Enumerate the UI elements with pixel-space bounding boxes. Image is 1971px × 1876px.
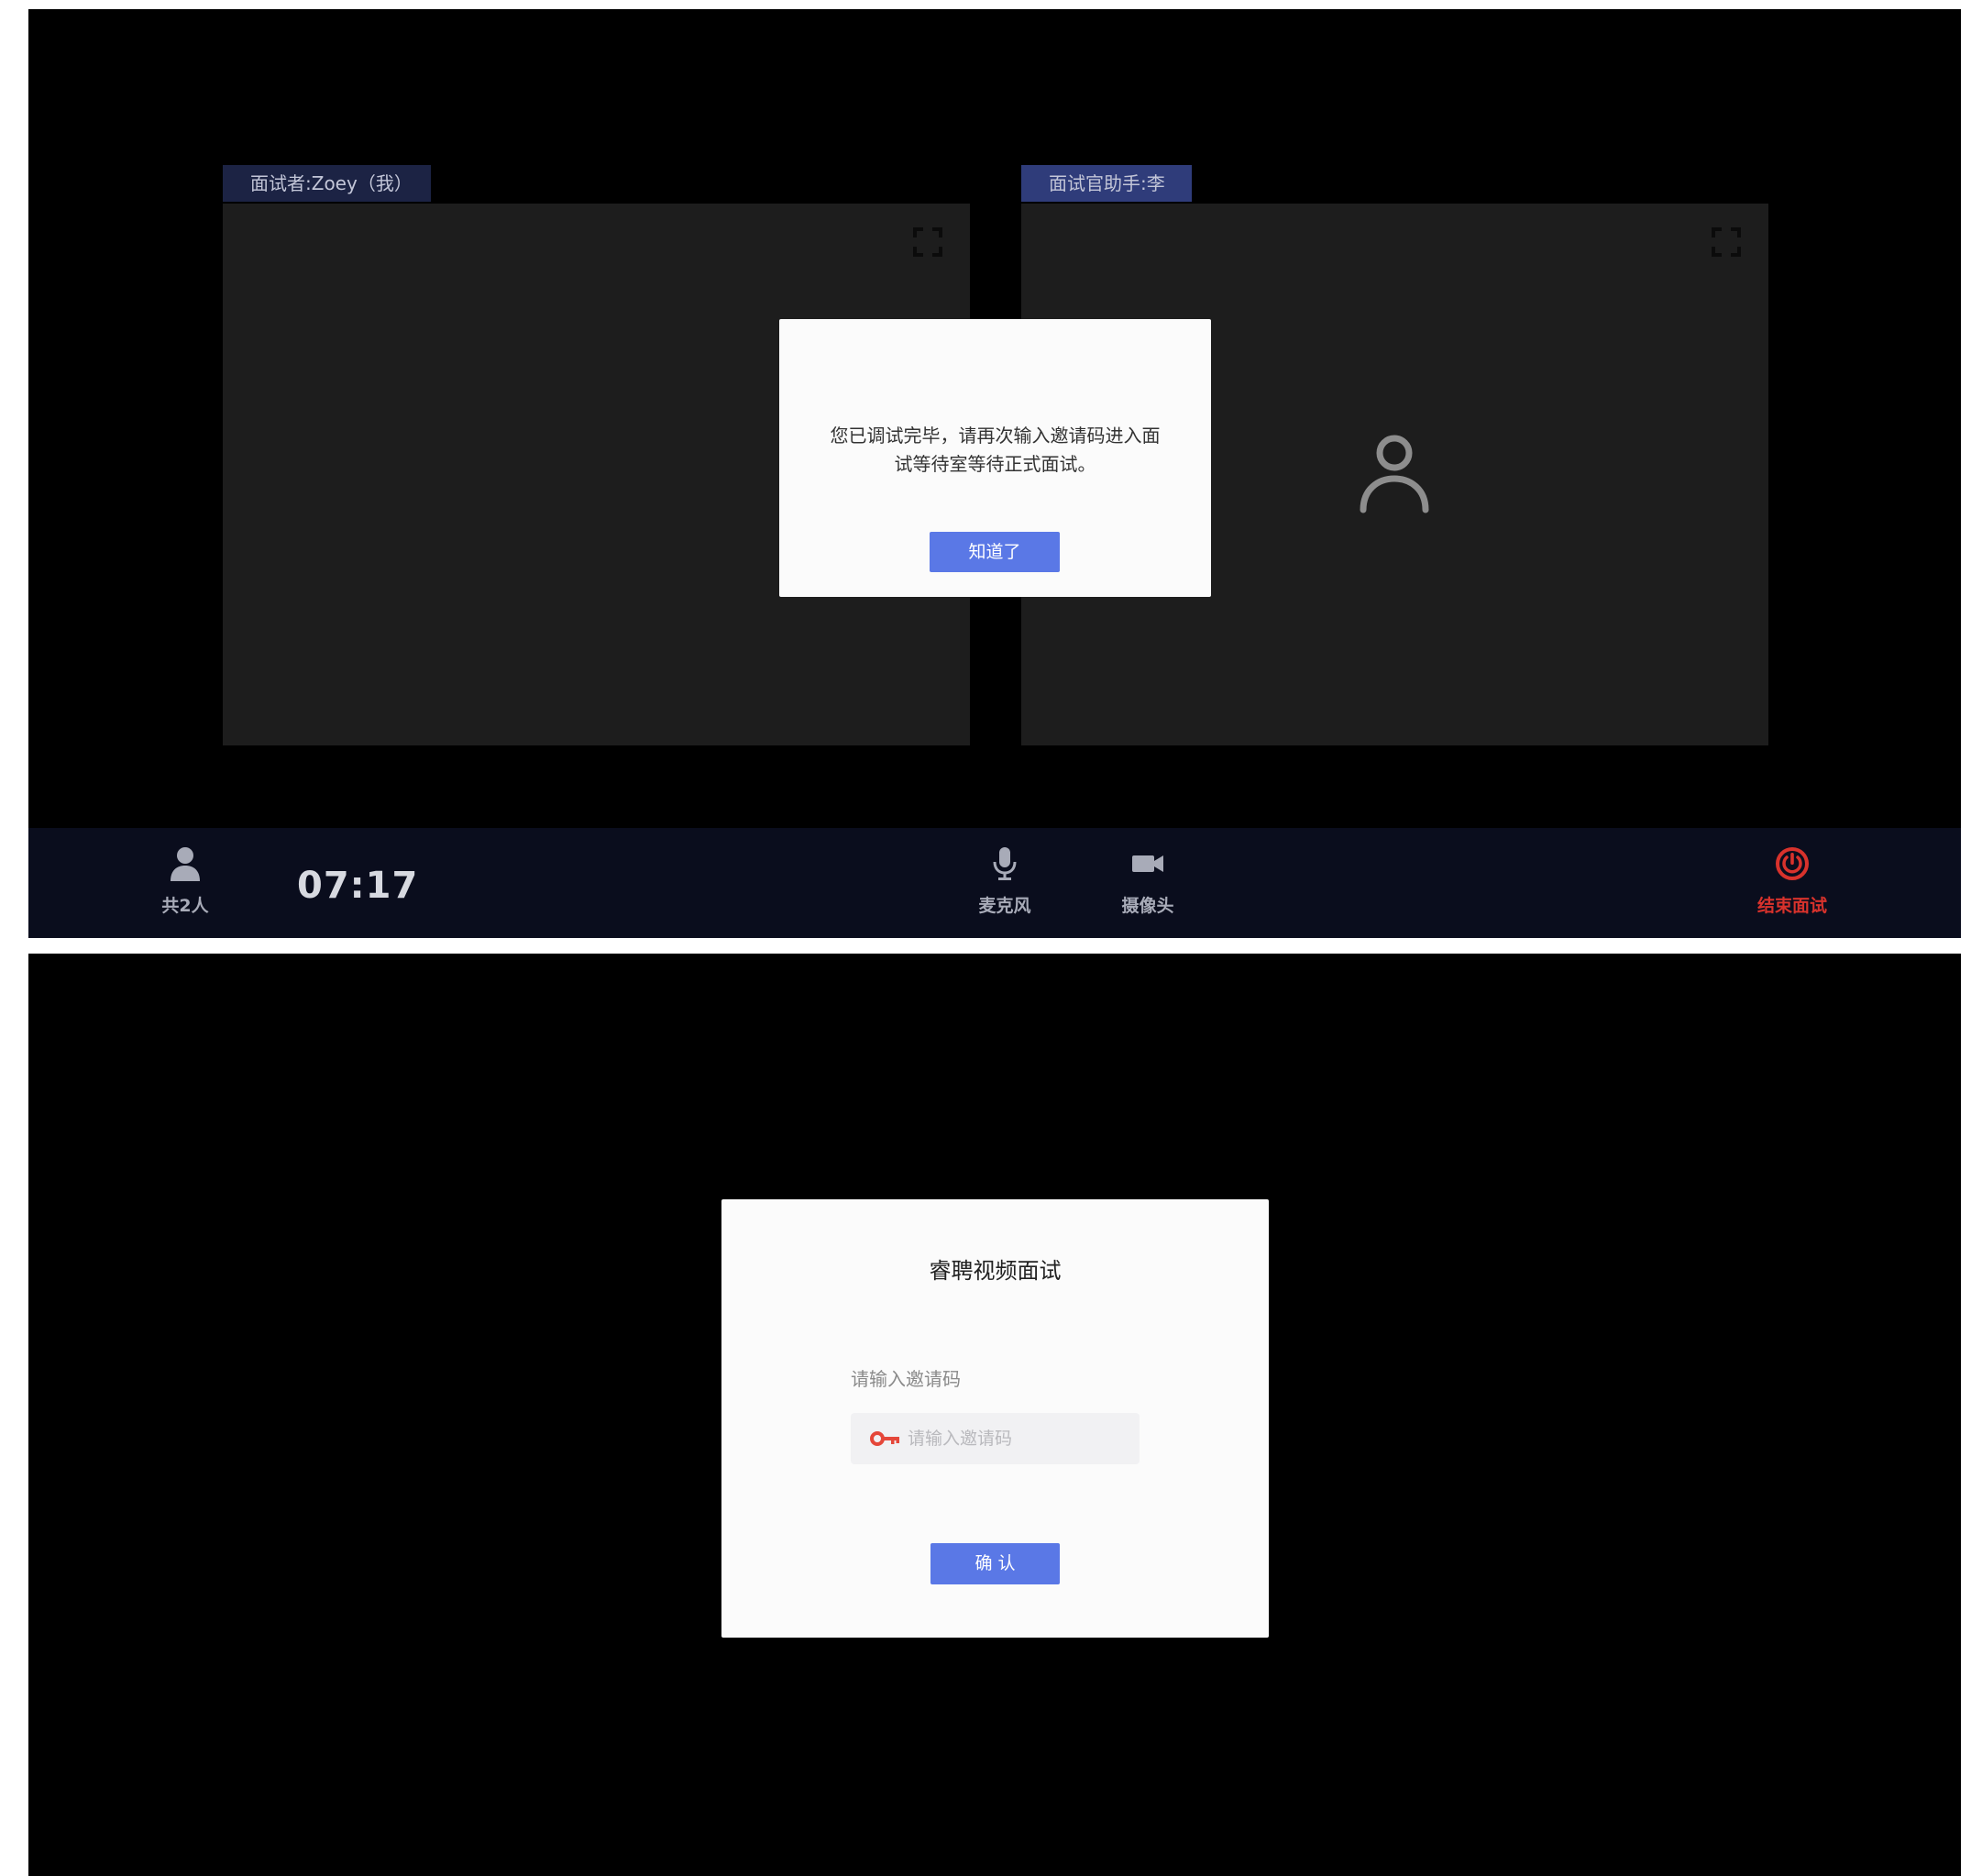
avatar-placeholder-icon (1360, 435, 1429, 513)
debug-complete-dialog: 您已调试完毕，请再次输入邀请码进入面 试等待室等待正式面试。 知道了 (779, 319, 1211, 597)
invite-code-dialog: 睿聘视频面试 请输入邀请码 确 认 (721, 1199, 1269, 1638)
dialog-message-line: 您已调试完毕，请再次输入邀请码进入面 (830, 425, 1161, 447)
microphone-label: 麦克风 (978, 896, 1031, 916)
fullscreen-icon[interactable] (1712, 227, 1741, 257)
end-interview-label: 结束面试 (1756, 896, 1827, 916)
self-video-label: 面试者:Zoey（我） (223, 165, 431, 202)
end-interview-button[interactable]: 结束面试 (1746, 828, 1838, 938)
video-call-screen: 面试者:Zoey（我） 面试官助手:李 您已调试完毕，请再次输入邀请码进入面 试… (28, 9, 1961, 938)
microphone-button[interactable]: 麦克风 (959, 828, 1051, 938)
participants-count: 共2人 (161, 896, 209, 916)
dialog-message-line: 试等待室等待正式面试。 (894, 453, 1096, 475)
invite-code-input[interactable] (908, 1413, 1128, 1464)
confirm-button[interactable]: 确 认 (930, 1543, 1060, 1584)
acknowledge-button[interactable]: 知道了 (930, 532, 1060, 572)
call-timer: 07:17 (297, 865, 419, 907)
microphone-icon (993, 847, 1017, 880)
invite-code-field[interactable] (851, 1413, 1140, 1464)
call-toolbar: 共2人 07:17 麦克风 摄像头 结束面试 (28, 828, 1961, 938)
camera-icon (1132, 855, 1163, 872)
invite-code-screen: 睿聘视频面试 请输入邀请码 确 认 (28, 954, 1961, 1876)
fullscreen-icon[interactable] (913, 227, 942, 257)
camera-button[interactable]: 摄像头 (1102, 828, 1194, 938)
user-icon (171, 847, 200, 881)
dialog-title: 睿聘视频面试 (929, 1258, 1062, 1284)
invite-code-label: 请输入邀请码 (851, 1368, 961, 1390)
power-icon (1776, 847, 1809, 880)
participants-button[interactable]: 共2人 (139, 828, 231, 938)
camera-label: 摄像头 (1121, 896, 1174, 916)
key-icon (870, 1431, 899, 1446)
dialog-message: 您已调试完毕，请再次输入邀请码进入面 试等待室等待正式面试。 (807, 422, 1184, 479)
assistant-video-label: 面试官助手:李 (1021, 165, 1192, 202)
